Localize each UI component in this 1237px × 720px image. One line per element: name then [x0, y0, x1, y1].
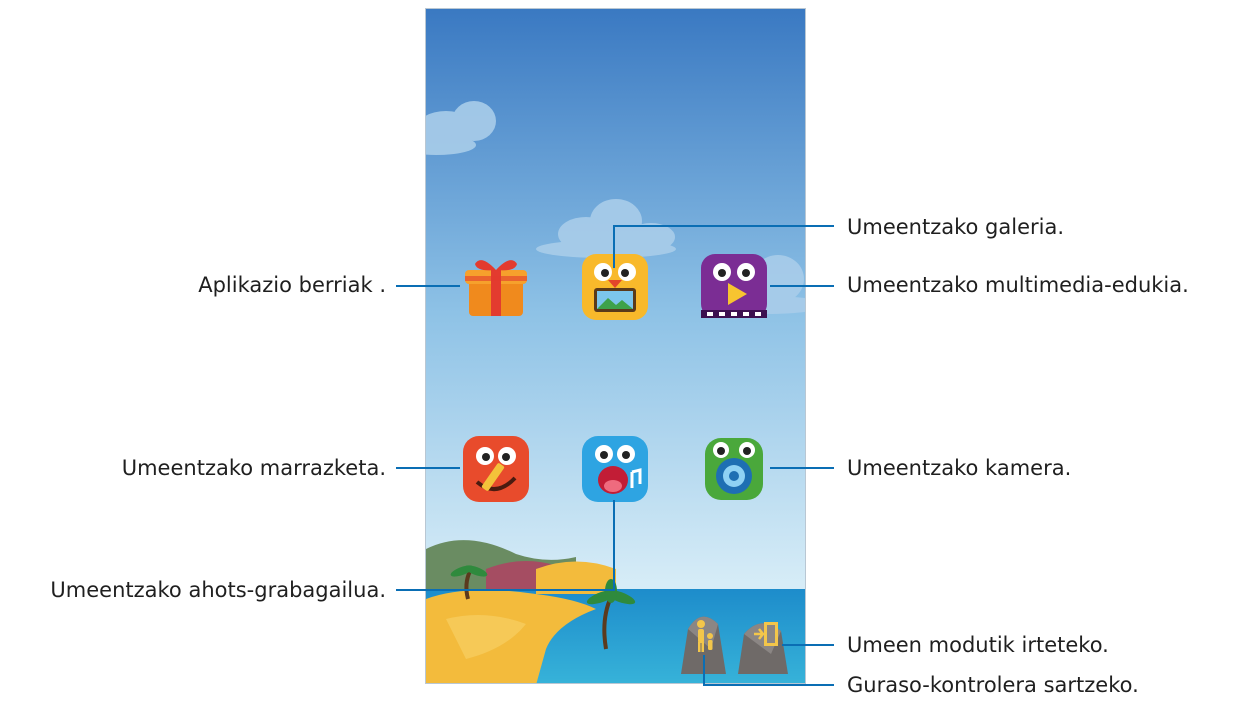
new-apps-gift-icon[interactable]: [459, 250, 533, 324]
label-gallery: Umeentzako galeria.: [847, 215, 1065, 239]
label-new-apps: Aplikazio berriak .: [198, 273, 386, 297]
camera-monster-icon[interactable]: [697, 432, 771, 506]
label-exit: Umeen modutik irteteko.: [847, 633, 1109, 657]
voice-recorder-monster-icon[interactable]: [578, 432, 652, 506]
label-media: Umeentzako multimedia-edukia.: [847, 273, 1189, 297]
drawing-monster-icon[interactable]: [459, 432, 533, 506]
label-parental: Guraso-kontrolera sartzeko.: [847, 673, 1139, 697]
parent-child-rock-icon: [697, 620, 713, 652]
exit-door-rock-icon: [754, 622, 778, 646]
parental-control-button[interactable]: [684, 612, 724, 660]
label-camera: Umeentzako kamera.: [847, 456, 1072, 480]
label-voice-recorder: Umeentzako ahots-grabagailua.: [50, 578, 386, 602]
kids-mode-home-screen: [425, 8, 806, 684]
label-drawing: Umeentzako marrazketa.: [121, 456, 386, 480]
gallery-monster-icon[interactable]: [578, 250, 652, 324]
kids-mode-background: [426, 9, 805, 683]
video-monster-icon[interactable]: [697, 250, 771, 324]
exit-kids-mode-button[interactable]: [748, 614, 786, 658]
